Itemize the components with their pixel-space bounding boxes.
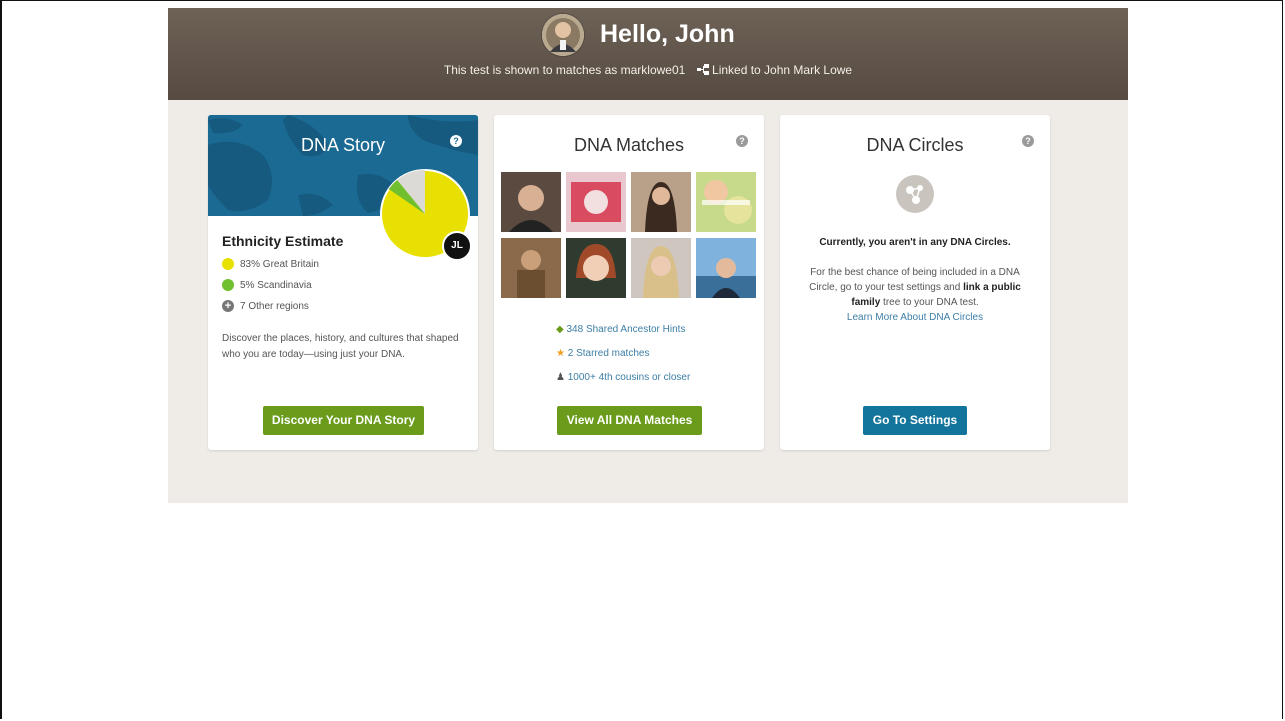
- dna-summary-panel: Hello, John This test is shown to matche…: [168, 8, 1128, 503]
- star-icon: ★: [556, 348, 565, 359]
- plus-circle-icon: +: [222, 300, 234, 313]
- help-icon[interactable]: ?: [1022, 135, 1034, 147]
- dna-circles-title: DNA Circles: [866, 135, 964, 155]
- go-to-settings-button[interactable]: Go To Settings: [863, 406, 967, 435]
- profile-avatar[interactable]: [542, 14, 584, 56]
- region-scandinavia[interactable]: 5% Scandinavia: [222, 279, 312, 293]
- people-icon: ♟: [556, 372, 565, 383]
- help-icon[interactable]: ?: [736, 135, 748, 147]
- match-photo[interactable]: [631, 172, 691, 232]
- hint-label: 348 Shared Ancestor Hints: [566, 324, 686, 335]
- other-regions-toggle[interactable]: +7 Other regions: [222, 300, 309, 314]
- greeting-heading: Hello, John: [600, 20, 735, 48]
- ethnicity-estimate-title: Ethnicity Estimate: [222, 233, 344, 249]
- linked-tree-link[interactable]: Linked to John Mark Lowe: [696, 63, 853, 77]
- dna-story-title: DNA Story: [300, 135, 386, 155]
- green-dot-icon: [222, 279, 234, 292]
- discover-dna-story-button[interactable]: Discover Your DNA Story: [263, 406, 424, 435]
- linked-to-text: Linked to John Mark Lowe: [712, 63, 853, 77]
- dna-matches-card: DNA Matches ? ◆ 348 Shared Ancestor Hint…: [494, 115, 764, 450]
- match-photo[interactable]: [696, 172, 756, 232]
- region-label: 7 Other regions: [240, 301, 309, 312]
- dna-circles-icon: [896, 175, 934, 213]
- region-great-britain[interactable]: 83% Great Britain: [222, 258, 319, 272]
- help-icon[interactable]: ?: [450, 135, 462, 147]
- match-photo[interactable]: [566, 172, 626, 232]
- match-photo[interactable]: [696, 238, 756, 298]
- hint-label: 1000+ 4th cousins or closer: [567, 372, 691, 383]
- hint-label: 2 Starred matches: [567, 348, 650, 359]
- dna-circles-card: DNA Circles ? Currently, you aren't in a…: [780, 115, 1050, 450]
- match-photo[interactable]: [501, 238, 561, 298]
- match-photo-grid: [501, 172, 759, 298]
- match-photo[interactable]: [566, 238, 626, 298]
- yellow-dot-icon: [222, 258, 234, 271]
- dna-matches-title: DNA Matches: [573, 135, 685, 155]
- match-photo[interactable]: [501, 172, 561, 232]
- shown-as-text: This test is shown to matches as marklow…: [443, 63, 686, 77]
- circles-instructions: For the best chance of being included in…: [809, 267, 1021, 323]
- region-label: 83% Great Britain: [240, 259, 319, 270]
- dna-story-card: DNA Story ? JL Ethnicity Estimate 83% Gr…: [208, 115, 478, 450]
- tree-link-icon: [696, 64, 709, 75]
- header-subline: This test is shown to matches as marklow…: [168, 63, 1128, 77]
- initials-badge[interactable]: JL: [442, 231, 472, 261]
- starred-matches-link[interactable]: ★ 2 Starred matches: [556, 347, 649, 361]
- region-label: 5% Scandinavia: [240, 280, 312, 291]
- shared-ancestor-hints-link[interactable]: ◆ 348 Shared Ancestor Hints: [556, 323, 685, 337]
- leaf-icon: ◆: [556, 324, 564, 335]
- cousins-link[interactable]: ♟ 1000+ 4th cousins or closer: [556, 371, 690, 385]
- profile-header: Hello, John This test is shown to matche…: [168, 8, 1128, 100]
- match-photo[interactable]: [631, 238, 691, 298]
- learn-more-circles-link[interactable]: Learn More About DNA Circles: [847, 312, 983, 323]
- dna-story-description: Discover the places, history, and cultur…: [222, 333, 459, 360]
- no-circles-notice: Currently, you aren't in any DNA Circles…: [819, 237, 1011, 248]
- view-all-matches-button[interactable]: View All DNA Matches: [557, 406, 702, 435]
